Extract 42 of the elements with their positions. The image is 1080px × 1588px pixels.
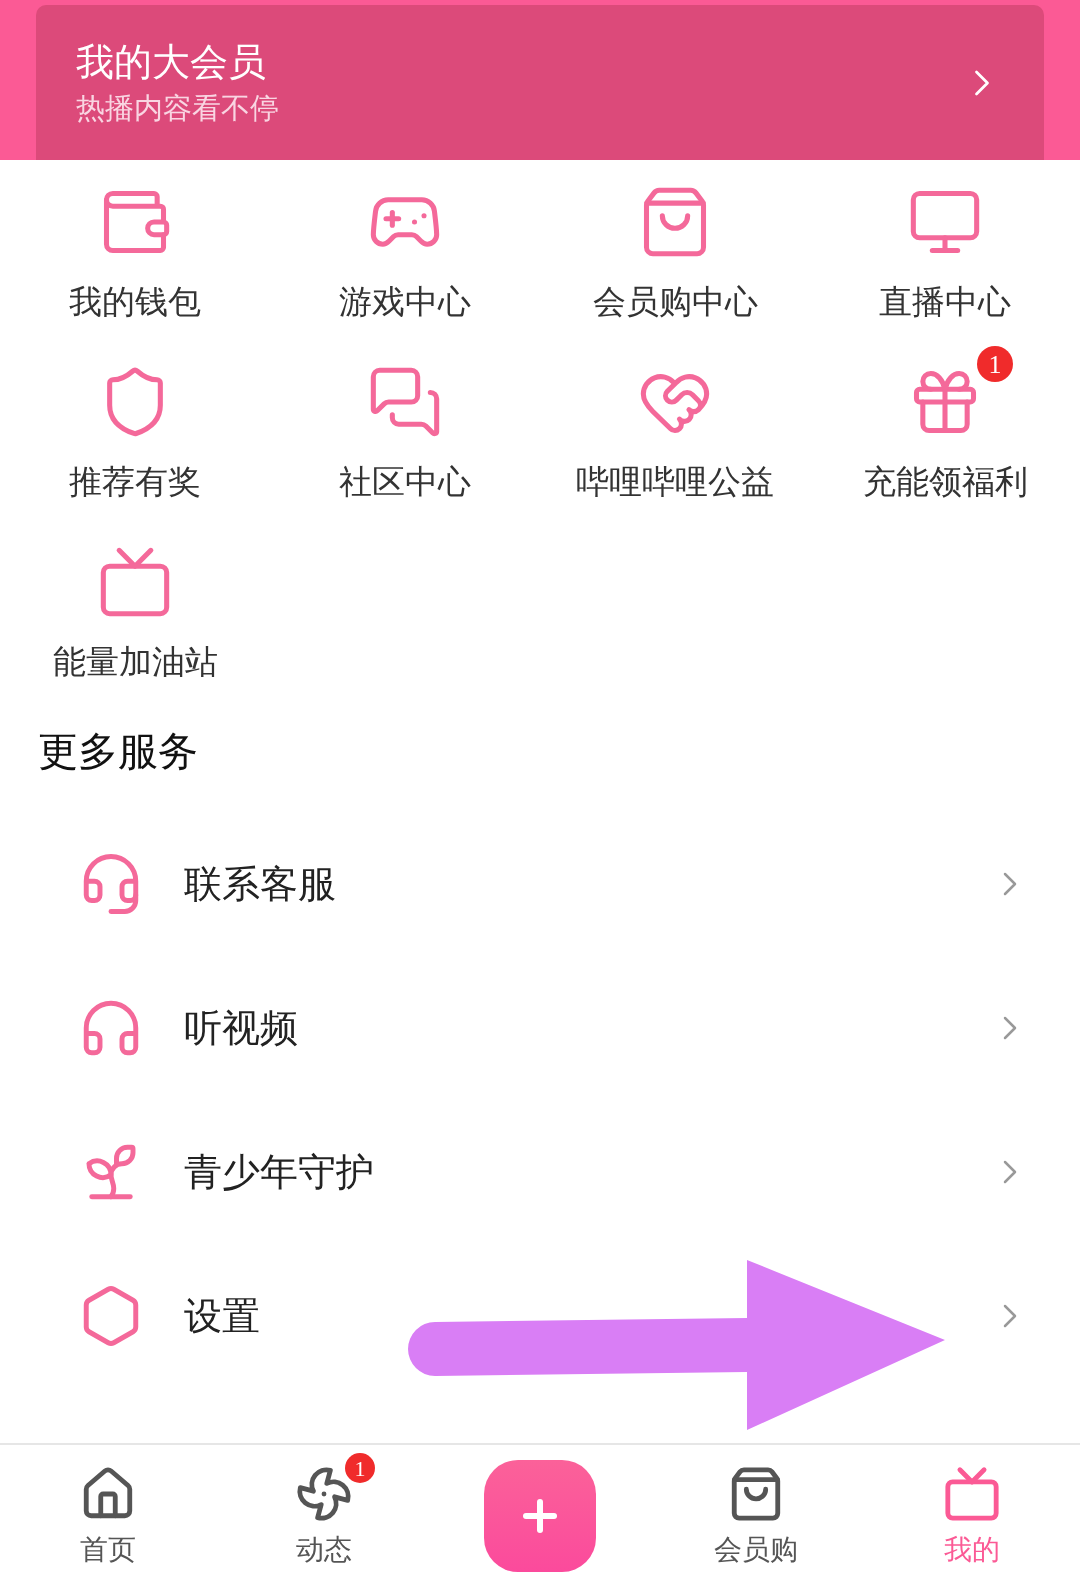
service-label: 哔哩哔哩公益 — [576, 463, 774, 502]
service-item[interactable]: 推荐有奖 — [0, 342, 270, 522]
service-label: 我的钱包 — [69, 283, 201, 322]
notification-badge: 1 — [977, 346, 1013, 382]
nav-tab[interactable]: 1 动态 — [216, 1445, 432, 1571]
menu-row[interactable]: 听视频 — [0, 956, 1080, 1100]
nav-label: 我的 — [944, 1533, 1000, 1567]
menu-label: 联系客服 — [184, 861, 337, 907]
service-item[interactable]: 社区中心 — [270, 342, 540, 522]
service-item[interactable]: 能量加油站 — [0, 522, 270, 702]
service-label: 充能领福利 — [862, 463, 1028, 502]
service-label: 社区中心 — [339, 463, 471, 502]
banner-title: 我的大会员 — [76, 39, 267, 85]
service-label: 直播中心 — [879, 283, 1011, 322]
nav-label: 首页 — [80, 1533, 136, 1567]
service-item[interactable]: 会员购中心 — [540, 162, 810, 342]
menu-row[interactable]: 设置 — [0, 1244, 1080, 1388]
notification-badge: 1 — [345, 1453, 375, 1483]
menu-label: 设置 — [184, 1293, 261, 1339]
section-title: 更多服务 — [38, 729, 198, 774]
menu-row[interactable]: 联系客服 — [0, 812, 1080, 956]
nav-label: 会员购 — [714, 1533, 798, 1567]
service-item[interactable]: 游戏中心 — [270, 162, 540, 342]
service-label: 能量加油站 — [52, 643, 218, 682]
nav-label: 动态 — [296, 1533, 352, 1567]
service-item[interactable]: 1 充能领福利 — [810, 342, 1080, 522]
service-item[interactable]: 哔哩哔哩公益 — [540, 342, 810, 522]
menu-row[interactable]: 青少年守护 — [0, 1100, 1080, 1244]
service-label: 会员购中心 — [592, 283, 758, 322]
pinwheel-icon — [295, 1465, 353, 1523]
menu-label: 青少年守护 — [184, 1149, 375, 1195]
nav-tab[interactable]: 会员购 — [648, 1445, 864, 1571]
tv-icon — [943, 1465, 1001, 1523]
service-label: 推荐有奖 — [69, 463, 201, 502]
service-item[interactable]: 直播中心 — [810, 162, 1080, 342]
member-banner[interactable]: 我的大会员 热播内容看不停 — [36, 5, 1044, 160]
menu-label: 听视频 — [184, 1005, 299, 1051]
nav-tab[interactable]: 首页 — [0, 1445, 216, 1571]
banner-subtitle: 热播内容看不停 — [76, 91, 279, 127]
service-label: 游戏中心 — [339, 283, 471, 322]
service-item[interactable]: 我的钱包 — [0, 162, 270, 342]
add-button[interactable] — [484, 1460, 596, 1572]
